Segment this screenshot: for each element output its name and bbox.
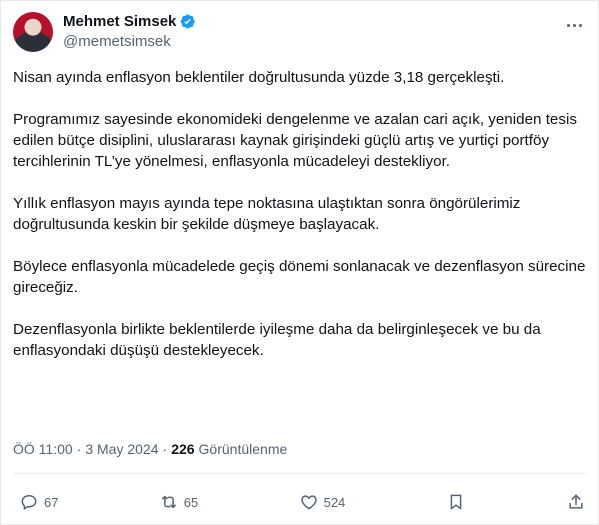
divider [13, 473, 586, 474]
repost-icon [161, 495, 176, 509]
verified-badge-icon [181, 14, 196, 28]
tweet-card: Mehmet Simsek @memetsimsek Nisan ayında … [0, 0, 599, 525]
tweet-paragraph: Yıllık enflasyon mayıs ayında tepe nokta… [13, 195, 521, 233]
repost-count: 65 [183, 494, 199, 510]
tweet-paragraph: Böylece enflasyonla mücadelede geçiş dön… [13, 258, 586, 296]
tweet-date[interactable]: 3 May 2024 [85, 441, 158, 457]
share-icon [569, 494, 583, 509]
more-options-icon[interactable] [564, 15, 584, 35]
tweet-paragraph: Programımız sayesinde ekonomideki dengel… [13, 111, 577, 170]
author-display-name[interactable]: Mehmet Simsek [63, 13, 176, 30]
reply-count: 67 [44, 494, 59, 510]
tweet-actions: 67 65 524 [13, 486, 586, 518]
author-name-row: Mehmet Simsek [63, 11, 196, 31]
like-count: 524 [323, 494, 346, 510]
author-handle[interactable]: @memetsimsek [63, 33, 196, 50]
like-button[interactable]: 524 [299, 492, 346, 512]
reply-button[interactable]: 67 [19, 492, 58, 512]
views-count: 226 [171, 441, 195, 457]
tweet-paragraph: Dezenflasyonla birlikte beklentilerde iy… [13, 321, 541, 359]
author-block: Mehmet Simsek @memetsimsek [63, 11, 196, 50]
repost-button[interactable]: 65 [159, 492, 198, 512]
tweet-text: Nisan ayında enflasyon beklentiler doğru… [13, 67, 586, 382]
tweet-header: Mehmet Simsek @memetsimsek [13, 11, 586, 55]
tweet-time[interactable]: ÖÖ 11:00 [13, 441, 73, 457]
reply-icon [21, 494, 37, 510]
meta-separator: · [162, 441, 168, 457]
tweet-paragraph: Nisan ayında enflasyon beklentiler doğru… [13, 69, 505, 86]
avatar[interactable] [13, 12, 53, 52]
tweet-meta: ÖÖ 11:00 · 3 May 2024 · 226 Görüntülenme [13, 441, 287, 457]
share-button[interactable] [566, 492, 586, 512]
bookmark-icon [450, 494, 461, 510]
bookmark-button[interactable] [446, 492, 466, 512]
meta-separator: · [76, 441, 82, 457]
views-label: Görüntülenme [198, 441, 288, 457]
heart-icon [300, 495, 317, 510]
